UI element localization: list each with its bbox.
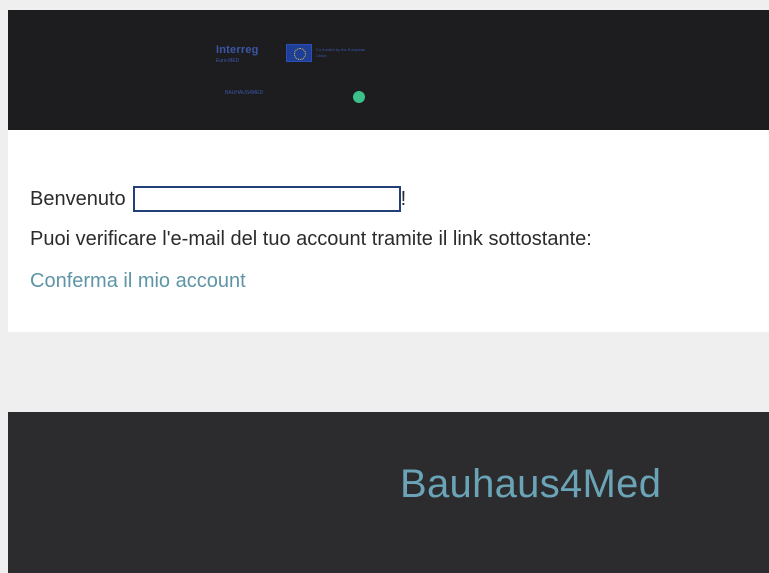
- project-name: BAUHAUS4MED: [225, 90, 264, 96]
- username-field: [132, 186, 401, 212]
- eu-flag-icon: [286, 44, 312, 62]
- welcome-exclamation: !: [400, 187, 407, 210]
- eu-cofunded-text: Co-funded by the European Union: [316, 47, 366, 58]
- content-card: Benvenuto ! Puoi verificare l'e-mail del…: [8, 130, 769, 332]
- email-frame: Interreg Euro-MED Co-funded by the Europ…: [0, 0, 769, 573]
- logo-wordmark: Interreg: [216, 44, 259, 56]
- logo-subtitle: Euro-MED: [216, 58, 240, 64]
- welcome-line: Benvenuto !: [30, 184, 406, 214]
- confirm-account-link[interactable]: Conferma il mio account: [30, 270, 246, 293]
- header-banner: Interreg Euro-MED Co-funded by the Europ…: [8, 10, 769, 130]
- footer-banner: Bauhaus4Med: [8, 412, 769, 573]
- welcome-text: Benvenuto: [30, 187, 126, 210]
- interreg-logo: Interreg Euro-MED Co-funded by the Europ…: [216, 42, 376, 112]
- green-dot-icon: [353, 91, 365, 103]
- footer-brand: Bauhaus4Med: [400, 462, 662, 506]
- instruction-text: Puoi verificare l'e-mail del tuo account…: [30, 228, 592, 250]
